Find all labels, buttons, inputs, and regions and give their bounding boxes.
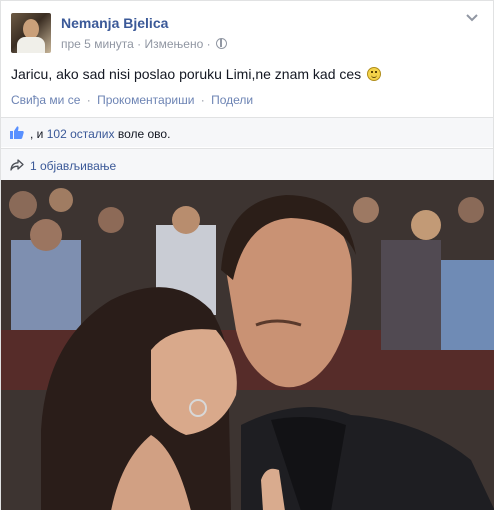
post-header: Nemanja Bjelica пре 5 минута · Измењено …: [1, 1, 493, 59]
post-text: Jaricu, ako sad nisi poslao poruku Limi,…: [11, 65, 481, 83]
crowd-head: [411, 210, 441, 240]
photo-illustration: [1, 180, 494, 510]
likes-bar: , и 102 осталих воле ово.: [1, 117, 493, 147]
post-meta: пре 5 минута · Измењено ·: [61, 36, 227, 51]
likes-others-link[interactable]: 102 осталих: [47, 127, 115, 141]
likes-summary: , и 102 осталих воле ово.: [30, 127, 170, 141]
post-timestamp[interactable]: пре 5 минута: [61, 37, 134, 51]
crowd-head: [353, 197, 379, 223]
shares-bar: 1 објављивање: [1, 148, 493, 180]
action-separator: ·: [200, 93, 205, 107]
post-message: Jaricu, ako sad nisi poslao poruku Limi,…: [11, 66, 362, 82]
edited-label[interactable]: Измењено: [145, 37, 204, 51]
share-icon: [10, 158, 24, 171]
crowd-person: [11, 240, 81, 330]
avatar[interactable]: [11, 13, 51, 53]
smiley-icon: [367, 67, 382, 81]
crowd-head: [9, 191, 37, 219]
crowd-head: [30, 219, 62, 251]
chevron-down-icon[interactable]: [465, 13, 479, 23]
likes-prefix: , и: [30, 127, 47, 141]
share-link[interactable]: Подели: [211, 93, 253, 107]
crowd-head: [98, 207, 124, 233]
crowd-person: [381, 240, 441, 350]
like-icon: [10, 126, 24, 139]
crowd-head: [458, 197, 484, 223]
avatar-face: [23, 19, 39, 39]
avatar-body: [17, 37, 45, 53]
post-photo[interactable]: [1, 180, 494, 510]
crowd-person: [441, 260, 494, 350]
like-link[interactable]: Свиђа ми се: [11, 93, 80, 107]
globe-icon[interactable]: [215, 38, 227, 50]
meta-separator: ·: [206, 36, 211, 51]
post-actions: Свиђа ми се · Прокоментариши · Подели: [11, 93, 253, 107]
crowd-head: [172, 206, 200, 234]
action-separator: ·: [86, 93, 91, 107]
author-name[interactable]: Nemanja Bjelica: [61, 15, 168, 31]
comment-link[interactable]: Прокоментариши: [97, 93, 194, 107]
likes-suffix: воле ово.: [114, 127, 171, 141]
post-card: Nemanja Bjelica пре 5 минута · Измењено …: [0, 0, 494, 510]
crowd-head: [49, 188, 73, 212]
meta-separator: ·: [137, 36, 142, 51]
shares-link[interactable]: 1 објављивање: [30, 159, 116, 173]
